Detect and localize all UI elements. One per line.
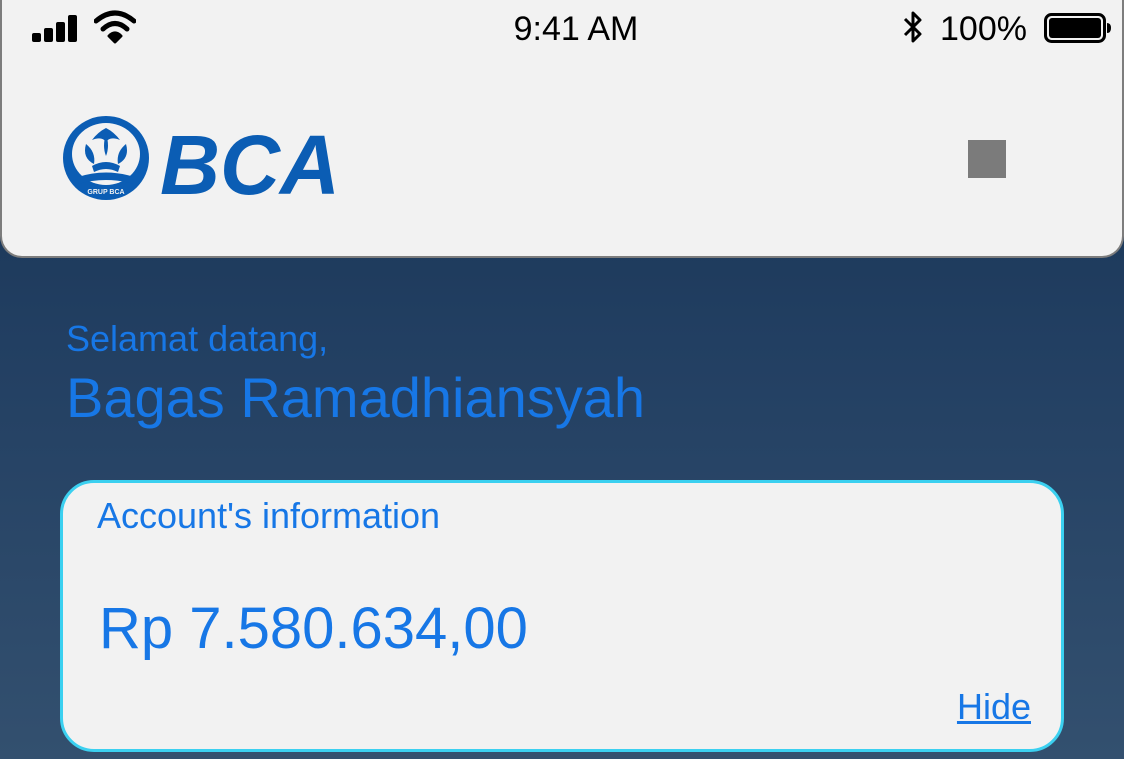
menu-button[interactable] (968, 140, 1006, 178)
user-name: Bagas Ramadhiansyah (66, 366, 646, 429)
greeting-text: Selamat datang, (66, 318, 329, 359)
account-title: Account's information (97, 495, 441, 536)
bca-logo: GRUP BCA BCA (62, 114, 344, 212)
logo-subtext: GRUP BCA (87, 189, 124, 196)
logo-wordmark: BCA (160, 118, 340, 202)
account-balance: Rp 7.580.634,00 (99, 596, 528, 661)
battery-icon (1044, 13, 1111, 43)
account-card: Account's information Rp 7.580.634,00 Hi… (60, 480, 1064, 752)
battery-percentage: 100% (940, 10, 1027, 48)
bluetooth-icon (903, 11, 922, 43)
status-bar: 9:41 AM 100% (0, 0, 1124, 56)
hide-balance-link[interactable]: Hide (957, 686, 1031, 728)
